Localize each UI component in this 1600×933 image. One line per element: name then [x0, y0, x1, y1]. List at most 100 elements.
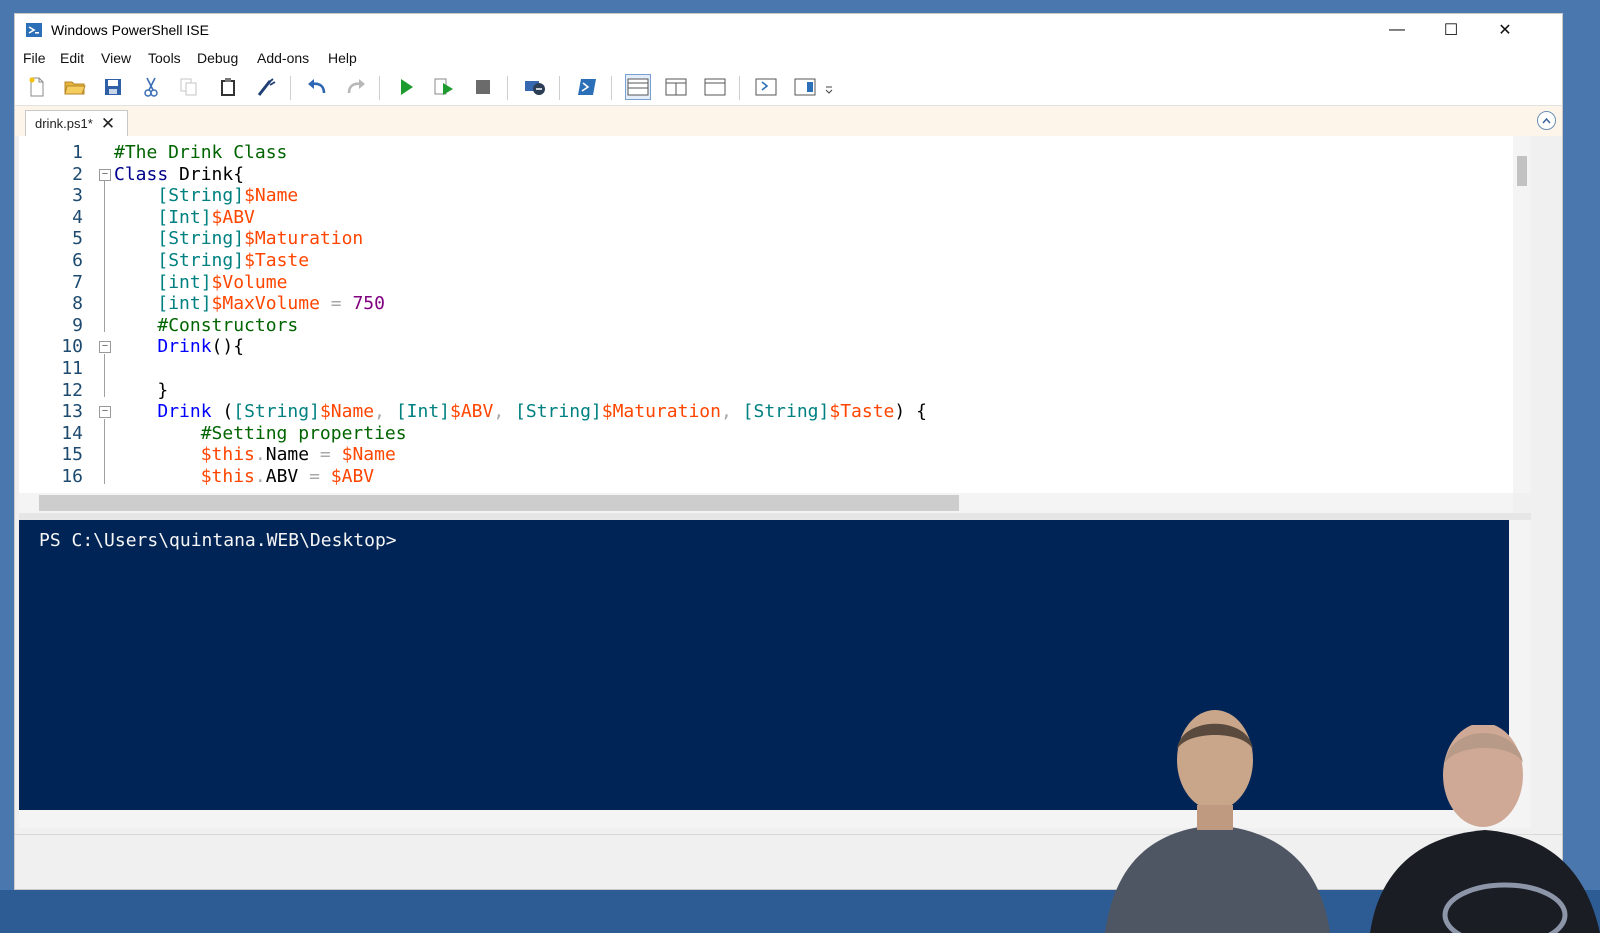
close-button[interactable]: ✕: [1482, 14, 1528, 46]
tab-label: drink.ps1*: [35, 116, 93, 131]
code-token: ABV: [265, 466, 299, 487]
menu-help[interactable]: Help: [328, 50, 357, 66]
menu-bar: File Edit View Tools Debug Add-ons Help: [15, 46, 1562, 68]
show-script-top-icon[interactable]: [625, 74, 651, 100]
show-script-right-icon[interactable]: [665, 76, 687, 98]
redo-icon[interactable]: [345, 76, 367, 98]
code-token: =: [309, 444, 342, 466]
code-line: Drink(){: [114, 336, 244, 357]
fold-guide: [104, 181, 105, 333]
line-number: 2: [72, 163, 83, 185]
toolbar-separator: [739, 76, 740, 100]
code-token: #The Drink Class: [114, 142, 288, 163]
code-token: [int]: [157, 293, 212, 315]
menu-file[interactable]: File: [23, 50, 46, 66]
tab-drink-ps1[interactable]: drink.ps1* ✕: [25, 110, 128, 136]
code-token: $Name: [319, 401, 375, 423]
presenter-right-image: [1370, 725, 1600, 933]
console-prompt: PS C:\Users\quintana.WEB\Desktop>: [39, 530, 397, 551]
fold-toggle-icon[interactable]: −: [99, 341, 111, 354]
powershell-ise-icon: [26, 23, 42, 37]
fold-toggle-icon[interactable]: −: [99, 406, 111, 419]
editor-horizontal-scrollbar[interactable]: [19, 493, 1513, 513]
menu-view[interactable]: View: [101, 50, 131, 66]
script-editor[interactable]: 1 2 3 4 5 6 7 8 9 10 11 12 13 14 15 16 #The Drink Class…: [19, 136, 1531, 493]
code-line: #The Drink Class: [114, 142, 287, 163]
code-token: $Name: [341, 444, 396, 466]
show-command-window-icon[interactable]: [755, 76, 777, 98]
tab-close-icon[interactable]: ✕: [101, 115, 115, 132]
toolbar-separator: [507, 76, 508, 100]
line-number: 7: [72, 271, 83, 293]
desktop-taskbar-area: [0, 890, 1600, 933]
toolbar-separator: [379, 76, 380, 100]
window-title: Windows PowerShell ISE: [51, 22, 209, 38]
undo-icon[interactable]: [306, 76, 328, 98]
code-token: ,: [374, 401, 396, 423]
toolbar-separator: [611, 76, 612, 100]
open-folder-icon[interactable]: [64, 76, 86, 98]
editor-vertical-scrollbar[interactable]: [1513, 136, 1531, 493]
paste-icon[interactable]: [217, 76, 239, 98]
code-token: Name: [265, 444, 310, 466]
menu-add-ons[interactable]: Add-ons: [257, 50, 309, 66]
menu-tools[interactable]: Tools: [148, 50, 181, 66]
code-token: $Taste: [829, 401, 895, 423]
code-token: Drink: [179, 163, 234, 185]
title-bar: Windows PowerShell ISE — ☐ ✕: [15, 14, 1562, 46]
minimize-button[interactable]: —: [1374, 14, 1420, 46]
code-line: [String]$Name: [114, 185, 298, 206]
toolbar-overflow-icon[interactable]: [823, 84, 835, 96]
run-selection-icon[interactable]: [433, 76, 455, 98]
show-command-addon-icon[interactable]: [794, 76, 816, 98]
editor-horizontal-scroll-thumb[interactable]: [39, 495, 959, 511]
menu-edit[interactable]: Edit: [60, 50, 84, 66]
copy-icon[interactable]: [178, 76, 200, 98]
code-token: $Name: [244, 185, 299, 207]
powershell-console-icon[interactable]: [576, 76, 598, 98]
code-token: [int]: [157, 271, 212, 293]
code-token: $this: [200, 466, 255, 487]
code-line: #Setting properties: [114, 423, 407, 444]
line-number: 13: [61, 401, 83, 423]
code-line: $this.Name = $Name: [114, 444, 396, 465]
stop-icon[interactable]: [472, 76, 494, 98]
editor-vertical-scroll-thumb[interactable]: [1517, 156, 1527, 186]
line-number: 15: [61, 444, 83, 466]
run-script-icon[interactable]: [395, 76, 417, 98]
new-file-icon[interactable]: [26, 76, 48, 98]
line-number: 10: [61, 336, 83, 358]
code-line: [Int]$ABV: [114, 207, 255, 228]
code-token: (: [211, 401, 234, 423]
code-token: #Setting properties: [200, 422, 407, 444]
line-number: 12: [61, 379, 83, 401]
code-token: 750: [352, 293, 385, 315]
pane-splitter[interactable]: [19, 513, 1531, 520]
cut-icon[interactable]: [140, 76, 162, 98]
line-number: 6: [72, 250, 83, 271]
line-number: 1: [72, 142, 83, 163]
script-tab-strip: drink.ps1* ✕: [15, 106, 1562, 136]
line-number: 11: [61, 358, 83, 379]
code-line: [String]$Maturation: [114, 228, 363, 249]
clear-console-icon[interactable]: [255, 76, 277, 98]
remote-powershell-icon[interactable]: [524, 76, 546, 98]
code-token: $Taste: [244, 250, 310, 271]
code-token: $ABV: [450, 401, 494, 423]
maximize-button[interactable]: ☐: [1428, 14, 1474, 46]
fold-toggle-icon[interactable]: −: [99, 168, 111, 181]
code-token: }: [157, 379, 169, 401]
code-token: $ABV: [211, 206, 255, 228]
collapse-script-pane-icon[interactable]: [1537, 111, 1556, 130]
save-icon[interactable]: [102, 76, 124, 98]
menu-debug[interactable]: Debug: [197, 50, 238, 66]
show-script-maximized-icon[interactable]: [704, 76, 726, 98]
